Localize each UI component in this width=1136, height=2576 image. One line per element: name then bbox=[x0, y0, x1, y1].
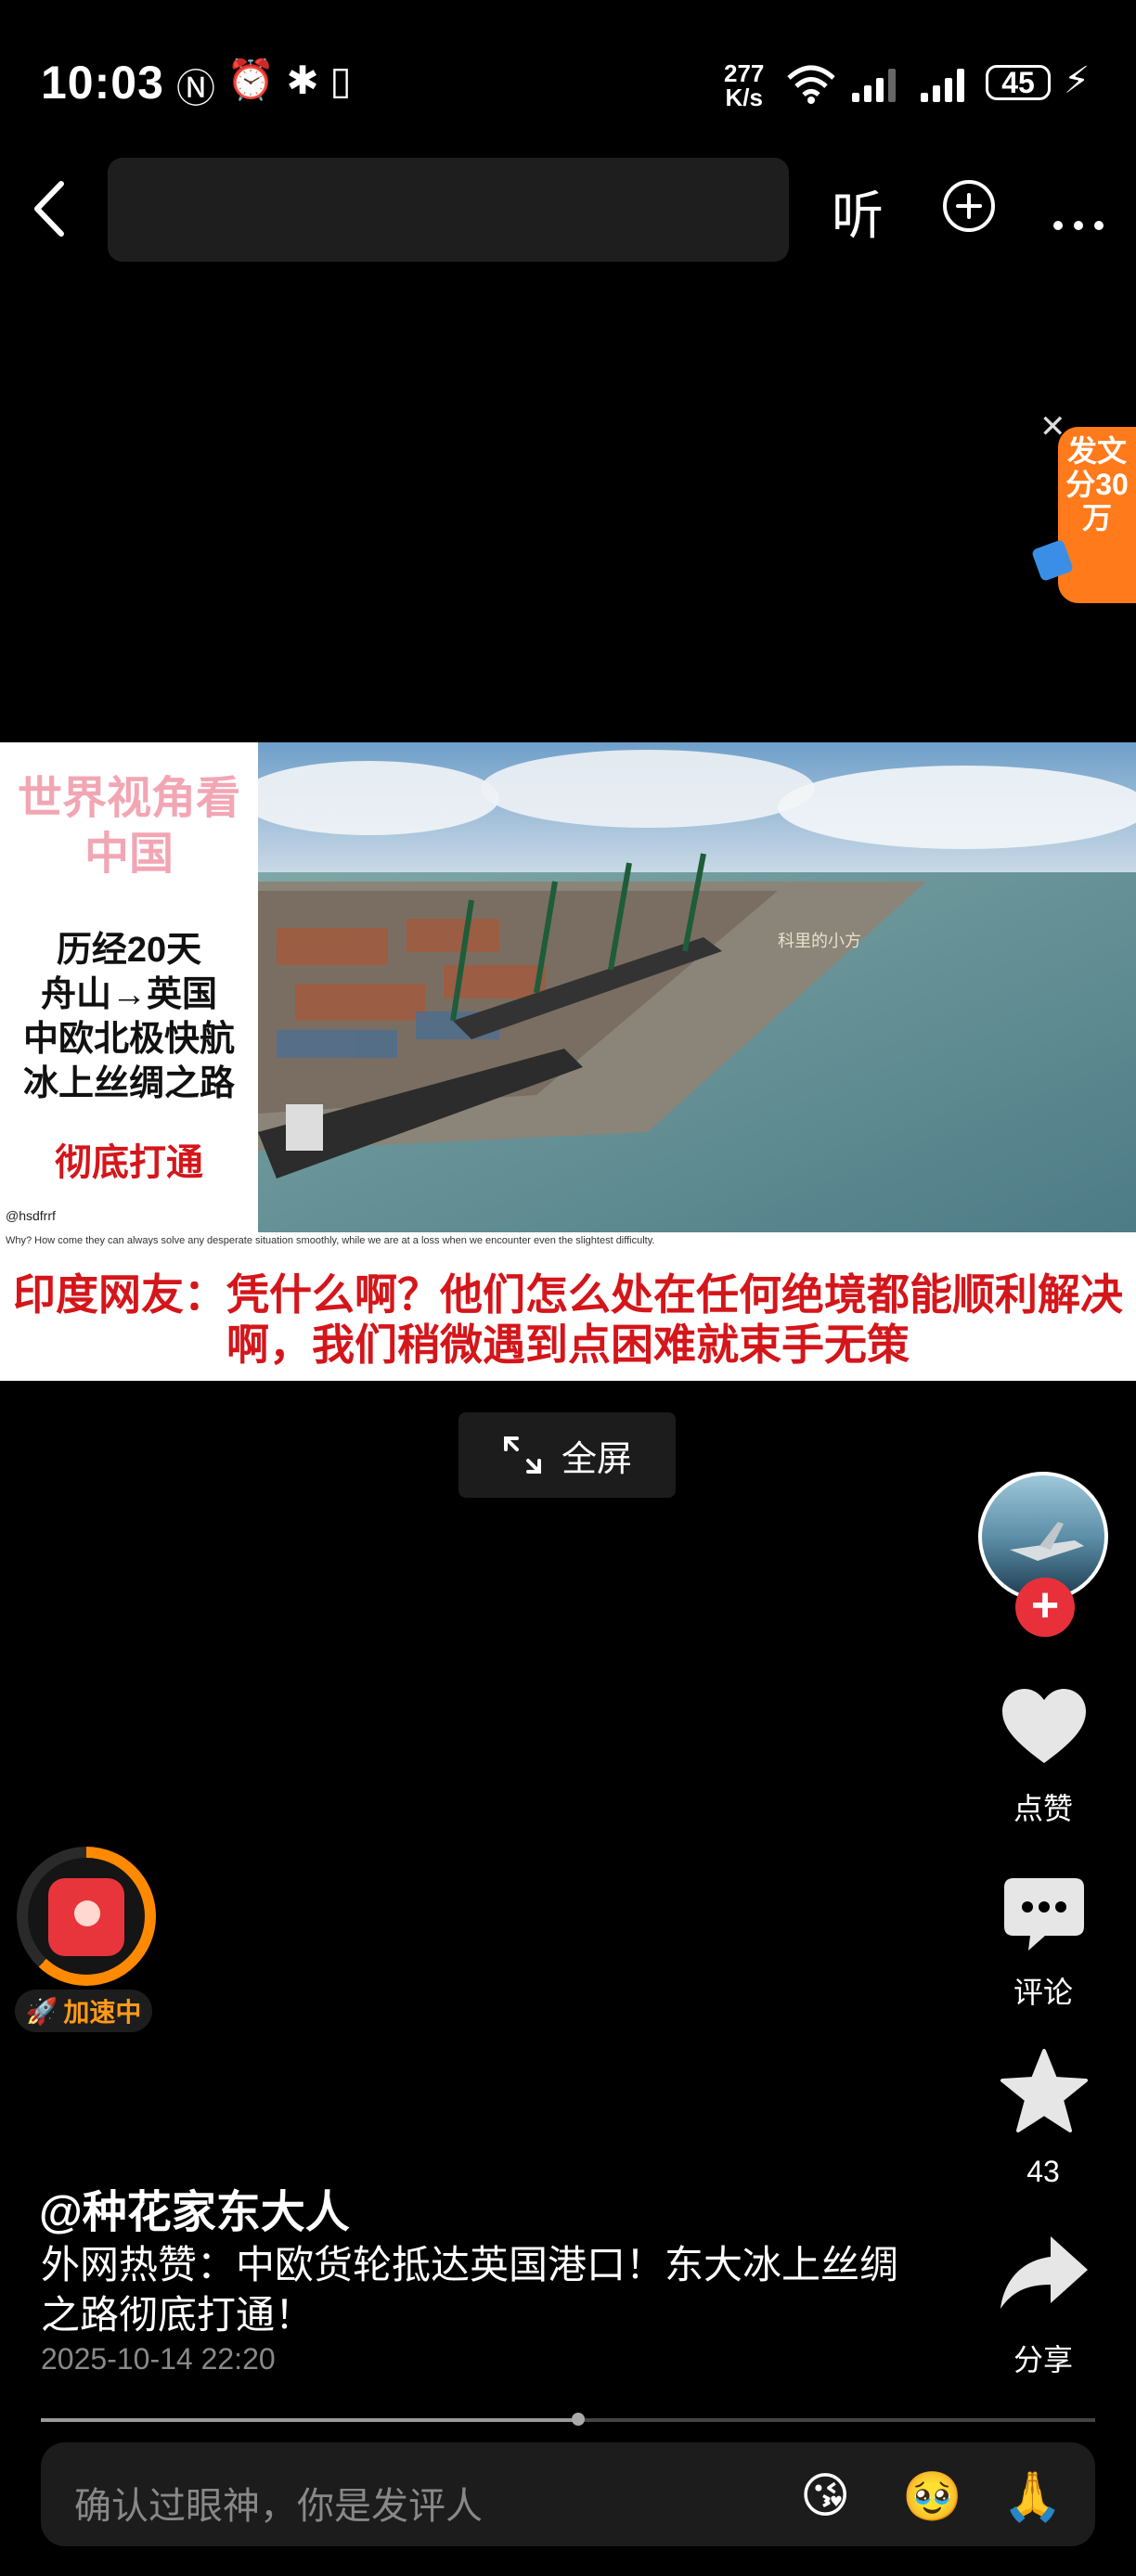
wifi-icon bbox=[787, 65, 835, 104]
plus-icon bbox=[956, 193, 982, 219]
kiss-emoji-button[interactable]: 😘 bbox=[800, 2468, 850, 2524]
signal-2-icon bbox=[921, 65, 964, 102]
video-body-line: 历经20天 bbox=[56, 931, 202, 970]
network-speed-unit: K/s bbox=[725, 84, 763, 111]
share-label: 分享 bbox=[1013, 2343, 1073, 2376]
video-caption-chinese: 印度网友：凭什么啊？他们怎么处在任何绝境都能顺利解决啊，我们稍微遇到点困难就束手… bbox=[13, 1270, 1123, 1369]
playback-progress-fill bbox=[41, 2418, 578, 2422]
playback-progress-knob[interactable] bbox=[572, 2413, 585, 2426]
video-highlight: 彻底打通 bbox=[55, 1142, 203, 1183]
search-input[interactable] bbox=[108, 158, 789, 262]
back-button[interactable] bbox=[24, 176, 80, 241]
pray-emoji-button[interactable]: 🙏 bbox=[1002, 2468, 1063, 2525]
red-packet-status-text: 加速中 bbox=[63, 1998, 142, 2027]
charging-icon: ⚡ bbox=[1064, 60, 1091, 101]
ellipsis-icon bbox=[1053, 221, 1104, 230]
star-icon[interactable] bbox=[999, 2047, 1090, 2134]
listen-button[interactable]: 听 bbox=[832, 174, 884, 250]
network-speed: 277 K/s bbox=[724, 61, 764, 109]
comment-label: 评论 bbox=[1013, 1976, 1073, 2009]
follow-button[interactable]: + bbox=[1015, 1578, 1075, 1637]
bluetooth-icon: ✱ bbox=[286, 58, 319, 102]
video-body-line: 冰上丝绸之路 bbox=[22, 1064, 235, 1103]
share-icon[interactable] bbox=[999, 2233, 1090, 2312]
like-label: 点赞 bbox=[1013, 1792, 1073, 1825]
comment-placeholder: 确认过眼神，你是发评人 bbox=[74, 2486, 483, 2527]
add-button[interactable] bbox=[943, 180, 995, 232]
battery-icon: 45 bbox=[986, 65, 1051, 100]
comment-input[interactable]: 确认过眼神，你是发评人 😘 🥹 🙏 bbox=[41, 2442, 1095, 2546]
video-caption-english: Why? How come they can always solve any … bbox=[6, 1235, 655, 1246]
video-handle: @hsdfrrf bbox=[6, 1208, 56, 1223]
alarm-icon: ⏰ bbox=[226, 58, 276, 101]
red-packet-status: 🚀 加速中 bbox=[15, 1990, 152, 2032]
rocket-icon: 🚀 bbox=[25, 1996, 58, 2026]
nfc-icon: Ⓝ bbox=[176, 67, 216, 110]
post-caption[interactable]: 外网热赞：中欧货轮抵达英国港口！东大冰上丝绸之路彻底打通！ bbox=[41, 2240, 932, 2340]
author-name[interactable]: @种花家东大人 bbox=[39, 2175, 350, 2240]
network-speed-value: 277 bbox=[724, 59, 765, 87]
more-options-button[interactable] bbox=[1052, 195, 1104, 241]
video-body-line: 舟山→英国 bbox=[40, 975, 217, 1014]
signal-1-icon bbox=[852, 65, 896, 102]
comment-icon[interactable] bbox=[1002, 1874, 1086, 1954]
post-date: 2025-10-14 22:20 bbox=[41, 2342, 276, 2376]
video-title-panel: 世界视角看中国 历经20天 舟山→英国 中欧北极快航 冰上丝绸之路 彻底打通 @… bbox=[0, 742, 258, 1232]
red-envelope-icon[interactable] bbox=[48, 1878, 124, 1956]
port-scene-image: 科里的小方 bbox=[258, 742, 1136, 1232]
fullscreen-label: 全屏 bbox=[561, 1439, 632, 1479]
favorite-count: 43 bbox=[1026, 2155, 1060, 2188]
promo-badge[interactable]: 发文分30万 bbox=[1058, 427, 1136, 603]
fullscreen-button[interactable]: 全屏 bbox=[458, 1412, 676, 1498]
video-body: 历经20天 舟山→英国 中欧北极快航 冰上丝绸之路 bbox=[0, 928, 258, 1106]
video-title: 世界视角看中国 bbox=[17, 772, 240, 880]
status-indicator-icons: Ⓝ ⏰ ✱ ▯ bbox=[176, 58, 352, 114]
vibrate-icon: ▯ bbox=[329, 58, 352, 102]
video-watermark: 科里的小方 bbox=[778, 932, 861, 951]
tearful-emoji-button[interactable]: 🥹 bbox=[902, 2468, 962, 2525]
status-time: 10:03 bbox=[41, 57, 164, 109]
video-body-line: 中欧北极快航 bbox=[22, 1020, 235, 1059]
video-player[interactable]: 世界视角看中国 历经20天 舟山→英国 中欧北极快航 冰上丝绸之路 彻底打通 @… bbox=[0, 742, 1136, 1381]
heart-icon[interactable] bbox=[1000, 1687, 1088, 1767]
expand-icon bbox=[503, 1436, 541, 1474]
